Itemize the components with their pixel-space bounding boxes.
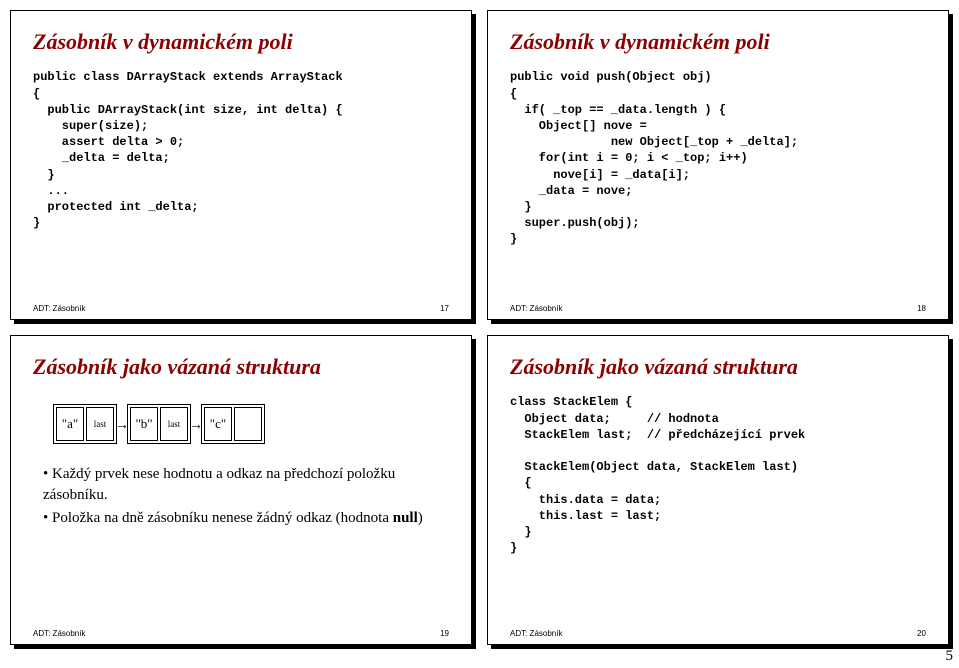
slide-title: Zásobník v dynamickém poli [33, 29, 449, 55]
footer-left: ADT: Zásobník [510, 304, 562, 313]
node-value: "a" [56, 407, 84, 441]
arrow-icon: → [189, 416, 203, 432]
node-value: "b" [130, 407, 158, 441]
slide-title: Zásobník jako vázaná struktura [510, 354, 926, 380]
slide-20: Zásobník jako vázaná struktura class Sta… [487, 335, 949, 645]
code-block: public class DArrayStack extends ArraySt… [33, 69, 449, 300]
slide-footer: ADT: Zásobník 19 [33, 625, 449, 638]
footer-right: 20 [917, 629, 926, 638]
bullet-1: • Každý prvek nese hodnotu a odkaz na př… [43, 464, 449, 505]
bullet-list: • Každý prvek nese hodnotu a odkaz na př… [33, 464, 449, 531]
slide-footer: ADT: Zásobník 18 [510, 300, 926, 313]
slide-content: "a" last → "b" last → "c" • Každý prvek … [33, 394, 449, 625]
node-last: last [86, 407, 114, 441]
slide-title: Zásobník v dynamickém poli [510, 29, 926, 55]
slide-footer: ADT: Zásobník 17 [33, 300, 449, 313]
arrow-icon: → [115, 416, 129, 432]
node-c: "c" [201, 404, 265, 444]
node-b: "b" last [127, 404, 191, 444]
footer-right: 17 [440, 304, 449, 313]
slide-footer: ADT: Zásobník 20 [510, 625, 926, 638]
linked-diagram: "a" last → "b" last → "c" [53, 404, 449, 444]
code-block: class StackElem { Object data; // hodnot… [510, 394, 926, 625]
slide-17: Zásobník v dynamickém poli public class … [10, 10, 472, 320]
node-last-empty [234, 407, 262, 441]
footer-left: ADT: Zásobník [510, 629, 562, 638]
slide-19: Zásobník jako vázaná struktura "a" last … [10, 335, 472, 645]
slide-18: Zásobník v dynamickém poli public void p… [487, 10, 949, 320]
node-value: "c" [204, 407, 232, 441]
node-a: "a" last [53, 404, 117, 444]
node-last: last [160, 407, 188, 441]
footer-left: ADT: Zásobník [33, 629, 85, 638]
bullet-2: • Položka na dně zásobníku nenese žádný … [43, 508, 449, 528]
slide-title: Zásobník jako vázaná struktura [33, 354, 449, 380]
footer-right: 19 [440, 629, 449, 638]
footer-left: ADT: Zásobník [33, 304, 85, 313]
code-block: public void push(Object obj) { if( _top … [510, 69, 926, 300]
footer-right: 18 [917, 304, 926, 313]
page-number: 5 [946, 648, 954, 665]
